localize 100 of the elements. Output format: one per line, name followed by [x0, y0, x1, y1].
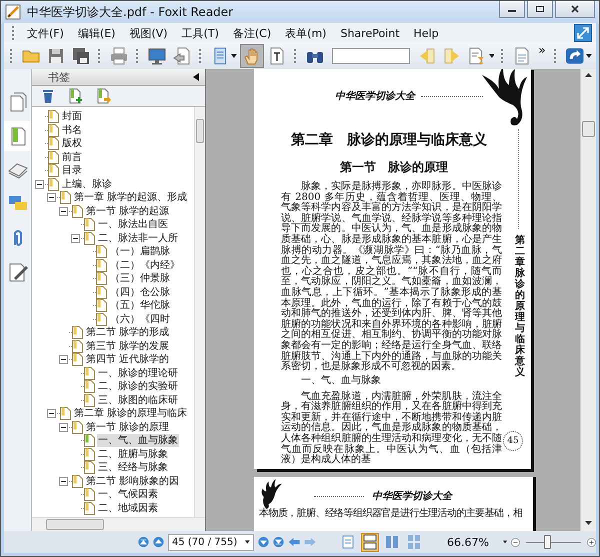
- bookmark-item[interactable]: 二、地域因素: [97, 502, 159, 515]
- bookmark-icon: [60, 407, 71, 420]
- bookmark-item[interactable]: 三、经络与脉象: [97, 461, 169, 474]
- bookmark-item[interactable]: （一）扁鹊脉: [109, 245, 171, 258]
- restore-button[interactable]: [527, 1, 553, 18]
- zoom-level: 66.67%: [447, 536, 489, 548]
- bookmark-icon: [60, 191, 71, 204]
- facing-view-icon: [384, 534, 400, 550]
- window-title: 中华医学切诊大全.pdf - Foxit Reader: [27, 4, 234, 20]
- subheading: 一、气、血与脉象: [300, 374, 382, 386]
- expander-icon[interactable]: [47, 193, 56, 202]
- overflow-button[interactable]: »: [535, 43, 549, 57]
- menu-item[interactable]: Help: [406, 26, 446, 40]
- bookmark-icon: [84, 380, 95, 394]
- bookmark-item[interactable]: 版权: [61, 137, 83, 150]
- bookmark-icon: [72, 420, 83, 434]
- bookmark-item[interactable]: 前言: [61, 150, 83, 164]
- expander-icon[interactable]: [47, 409, 56, 418]
- bookmark-item[interactable]: 第一章 脉学的起源、形成: [73, 191, 188, 204]
- bookmark-item[interactable]: 封面: [61, 110, 83, 124]
- zoom-in-icon[interactable]: [587, 536, 596, 548]
- bookmark-icon: [96, 272, 107, 286]
- bookmark-item[interactable]: （二）《内经》: [109, 258, 181, 272]
- bookmark-icon: [48, 164, 59, 178]
- expander-icon[interactable]: [71, 234, 80, 243]
- continuous-facing-view-icon: [406, 534, 422, 550]
- bookmark-icon: [72, 326, 83, 340]
- bookmark-item[interactable]: 一、脉法出自医: [97, 218, 169, 232]
- previous-page-icon[interactable]: [153, 534, 164, 550]
- collapse-icon[interactable]: [193, 73, 199, 81]
- scroll-down-icon[interactable]: [585, 521, 592, 525]
- bookmark-item[interactable]: 一、气候因素: [97, 488, 159, 502]
- bookmark-icon: [48, 150, 59, 164]
- bookmark-icon: [84, 488, 95, 502]
- add-bookmark-icon[interactable]: [68, 88, 84, 104]
- bookmark-icon: [96, 258, 107, 272]
- zoom-dropdown-icon[interactable]: [502, 540, 508, 544]
- bookmark-item[interactable]: 第三节 脉学的发展: [85, 340, 170, 353]
- bookmark-icon: [72, 204, 83, 218]
- bookmark-item[interactable]: 二、脉诊的实验研: [97, 380, 179, 394]
- scroll-thumb[interactable]: [46, 519, 104, 530]
- bookmark-icon: [84, 434, 95, 448]
- minimize-button[interactable]: [499, 1, 525, 18]
- scrollbar[interactable]: [194, 107, 205, 517]
- bookmark-item[interactable]: 第四节 近代脉学的: [85, 353, 170, 366]
- horizontal-scrollbar[interactable]: [32, 517, 205, 531]
- bookmark-item[interactable]: （三）仲景脉: [109, 272, 171, 286]
- search-field[interactable]: [332, 48, 410, 64]
- last-page-icon[interactable]: [273, 534, 284, 550]
- menu-item[interactable]: 表单(m): [278, 26, 334, 40]
- bookmark-item[interactable]: 第二章 脉诊的原理与临床: [73, 407, 188, 420]
- expander-icon[interactable]: [59, 206, 68, 216]
- menu-item[interactable]: 编辑(E): [70, 26, 122, 40]
- menu-item[interactable]: 视图(V): [122, 26, 175, 40]
- app-icon: [5, 4, 21, 20]
- bookmark-arrow-icon[interactable]: [96, 88, 112, 104]
- next-page-icon[interactable]: [258, 534, 269, 550]
- expander-icon[interactable]: [59, 422, 68, 432]
- bookmark-item[interactable]: 第二节 影响脉象的因: [85, 474, 180, 488]
- bookmark-item[interactable]: 一、气、血与脉象: [97, 434, 179, 448]
- bookmark-item[interactable]: （五）华佗脉: [109, 299, 171, 312]
- continuous-view-icon: [362, 534, 378, 550]
- bookmark-icon: [84, 461, 95, 474]
- bookmark-item[interactable]: 上编、脉诊: [61, 178, 113, 191]
- panel-title: 书签: [48, 70, 70, 84]
- bookmark-item[interactable]: 目录: [61, 164, 83, 178]
- bookmark-item[interactable]: 书名: [61, 124, 83, 137]
- close-button[interactable]: [555, 1, 595, 18]
- bookmark-icon: [48, 137, 59, 150]
- bookmark-item[interactable]: 第二节 脉学的形成: [85, 326, 170, 340]
- bookmark-item[interactable]: 一、脉诊的理论研: [97, 366, 179, 380]
- menu-item[interactable]: 工具(T): [174, 26, 226, 40]
- bookmark-icon: [84, 218, 95, 232]
- scroll-up-icon[interactable]: [585, 73, 592, 77]
- slider-thumb[interactable]: [544, 535, 551, 549]
- bookmark-item[interactable]: 二、脉法非一人所: [97, 232, 179, 245]
- bookmark-item[interactable]: 第一节 脉学的起源: [85, 204, 170, 218]
- expander-icon[interactable]: [59, 355, 68, 364]
- menu-item[interactable]: 备注(C): [226, 26, 278, 40]
- bookmark-item[interactable]: （四）仓公脉: [109, 286, 171, 299]
- bookmark-item[interactable]: （六）《四时: [109, 312, 171, 326]
- doc-arrow-icon: [172, 46, 192, 66]
- page-number-field[interactable]: 45 (70 / 755): [168, 534, 254, 550]
- scroll-thumb[interactable]: [582, 121, 595, 137]
- expander-icon[interactable]: [59, 476, 68, 486]
- expander-icon[interactable]: [35, 180, 44, 189]
- continuous-view-button[interactable]: [360, 532, 378, 552]
- scrollbar[interactable]: [580, 69, 596, 531]
- scroll-thumb[interactable]: [196, 119, 204, 143]
- bookmark-item[interactable]: 第一节 脉诊的原理: [85, 420, 170, 434]
- menu-item[interactable]: 文件(F): [20, 26, 71, 40]
- bookmark-icon: [96, 286, 107, 299]
- trash-icon[interactable]: [40, 88, 56, 104]
- expand-icon[interactable]: [574, 24, 592, 42]
- chapter-title: 第二章 脉诊的原理与临床意义: [290, 131, 488, 149]
- first-page-icon[interactable]: [138, 534, 149, 550]
- bookmark-item[interactable]: 三、脉图的临床研: [97, 394, 179, 407]
- menu-item[interactable]: SharePoint: [333, 26, 407, 40]
- bookmarks-panel-tab[interactable]: [4, 121, 31, 151]
- bookmark-item[interactable]: 二、脏腑与脉象: [97, 448, 169, 461]
